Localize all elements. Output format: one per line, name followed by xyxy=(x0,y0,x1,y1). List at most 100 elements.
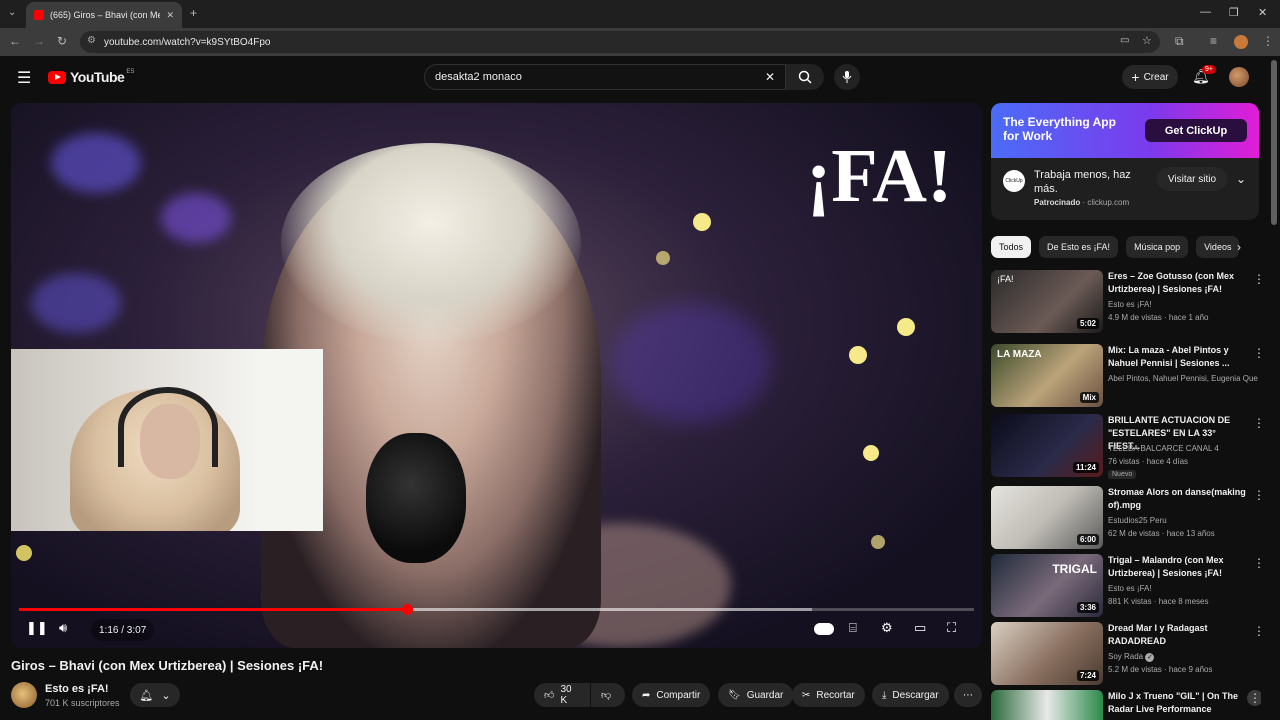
more-options-icon[interactable]: ⋮ xyxy=(1247,690,1261,706)
tab-close-icon[interactable]: ✕ xyxy=(166,10,174,21)
channel-name[interactable]: Esto es ¡FA! xyxy=(1108,584,1258,593)
guide-menu-icon[interactable]: ☰ xyxy=(17,68,31,88)
list-item[interactable]: 11:24 BRILLANTE ACTUACION DE "ESTELARES"… xyxy=(991,414,1265,479)
extensions-icon[interactable]: ⧉ xyxy=(1175,34,1184,49)
chip-todos[interactable]: Todos xyxy=(991,236,1032,258)
new-tab-icon[interactable]: + xyxy=(190,6,197,20)
list-item[interactable]: TRIGAL 3:36 Trigal – Malandro (con Mex U… xyxy=(991,554,1265,618)
tab-search-icon[interactable]: ⌄ xyxy=(8,7,16,18)
search-button[interactable] xyxy=(786,64,824,90)
list-item[interactable]: 7:24 Dread Mar I y Radagast RADADREAD So… xyxy=(991,622,1265,686)
fullscreen-icon[interactable]: ⛶ xyxy=(947,620,956,636)
video-duration: 11:24 xyxy=(1072,462,1099,473)
download-button[interactable]: ⤓ Descargar xyxy=(872,683,949,707)
video-thumbnail[interactable]: ¡FA! 5:02 xyxy=(991,270,1103,333)
video-title[interactable]: Mix: La maza - Abel Pintos y Nahuel Penn… xyxy=(1108,344,1248,370)
like-button[interactable]: 👍︎ 30 K xyxy=(534,683,590,707)
list-item[interactable]: Milo J x Trueno "GIL" | On The Radar Liv… xyxy=(991,690,1261,720)
pause-icon[interactable]: ❚❚ xyxy=(26,620,48,636)
search-input[interactable]: desakta2 monaco ✕ xyxy=(424,64,786,90)
chips-next-icon[interactable]: › xyxy=(1237,240,1241,254)
video-thumbnail[interactable]: 7:24 xyxy=(991,622,1103,685)
scissors-icon: ✂ xyxy=(802,689,811,701)
address-bar[interactable]: ⚙ youtube.com/watch?v=k9SYtBO4Fpo ▭ ☆ xyxy=(80,31,1160,53)
subscription-bell-button[interactable]: 🔔︎ ⌄ xyxy=(130,683,180,707)
bokeh-light xyxy=(31,273,121,333)
theater-mode-icon[interactable]: ▭ xyxy=(914,620,926,636)
video-thumbnail[interactable]: TRIGAL 3:36 xyxy=(991,554,1103,617)
channel-name[interactable]: Soy Rada ✓ xyxy=(1108,652,1258,662)
settings-gear-icon[interactable]: ⚙ xyxy=(881,620,893,636)
minimize-icon[interactable]: — xyxy=(1200,6,1211,18)
video-title[interactable]: Milo J x Trueno "GIL" | On The Radar Liv… xyxy=(1108,690,1248,716)
more-options-icon[interactable]: ⋮ xyxy=(1253,346,1265,360)
bookmark-star-icon[interactable]: ☆ xyxy=(1142,34,1152,47)
profile-avatar-icon[interactable] xyxy=(1234,35,1248,49)
list-item[interactable]: LA MAZA Mix Mix: La maza - Abel Pintos y… xyxy=(991,344,1265,408)
voice-search-button[interactable] xyxy=(834,64,860,90)
channel-name[interactable]: Estudios25 Peru xyxy=(1108,516,1258,525)
more-actions-button[interactable]: ⋯ xyxy=(954,683,982,707)
video-duration: 6:00 xyxy=(1076,534,1099,545)
youtube-logo[interactable]: YouTube ES xyxy=(48,69,134,85)
clip-button[interactable]: ✂ Recortar xyxy=(792,683,865,707)
channel-avatar[interactable] xyxy=(11,682,37,708)
back-icon[interactable]: ← xyxy=(9,34,21,48)
save-button[interactable]: 🔖︎ Guardar xyxy=(718,683,794,707)
video-thumbnail[interactable]: 11:24 xyxy=(991,414,1103,477)
visit-site-button[interactable]: Visitar sitio xyxy=(1157,167,1227,191)
subtitles-icon[interactable]: ⌸ xyxy=(849,620,857,636)
more-options-icon[interactable]: ⋮ xyxy=(1253,624,1265,638)
ad-cta[interactable]: Get ClickUp xyxy=(1145,119,1247,142)
player-controls: ❚❚ 🔊︎ 1:16 / 3:07 ⌸ ⚙ ▭ ⛶ xyxy=(11,615,982,645)
progress-bar[interactable] xyxy=(19,604,974,615)
autoplay-toggle[interactable] xyxy=(814,623,834,635)
browser-menu-icon[interactable]: ⋮ xyxy=(1262,34,1274,48)
page-scrollbar[interactable] xyxy=(1271,60,1277,225)
scrubber-handle[interactable] xyxy=(401,604,413,615)
cast-icon[interactable]: ▭ xyxy=(1120,35,1129,46)
channel-name[interactable]: TELEBA BALCARCE CANAL 4 xyxy=(1108,444,1258,453)
create-button[interactable]: + Crear xyxy=(1122,65,1178,89)
reload-icon[interactable]: ↻ xyxy=(57,34,67,48)
list-item[interactable]: 6:00 Stromae Alors on danse(making of).m… xyxy=(991,486,1265,550)
ad-banner[interactable]: The Everything App for Work Get ClickUp xyxy=(991,103,1259,158)
more-options-icon[interactable]: ⋮ xyxy=(1253,488,1265,502)
ad-expand-chevron-icon[interactable]: ⌄ xyxy=(1236,172,1246,186)
video-thumbnail[interactable]: LA MAZA Mix xyxy=(991,344,1103,407)
more-options-icon[interactable]: ⋮ xyxy=(1253,416,1265,430)
video-title[interactable]: Eres – Zoe Gotusso (con Mex Urtizberea) … xyxy=(1108,270,1248,296)
site-info-icon[interactable]: ⚙ xyxy=(87,35,96,46)
channel-name[interactable]: Esto es ¡FA! xyxy=(1108,300,1258,309)
chip-videos[interactable]: Videos xyxy=(1196,236,1240,258)
chip-de-esto-es-fa[interactable]: De Esto es ¡FA! xyxy=(1039,236,1119,258)
video-player[interactable]: ¡FA! ❚❚ 🔊︎ 1:16 / 3:07 ⌸ ⚙ ▭ ⛶ xyxy=(11,103,982,648)
video-meta: 5.2 M de vistas · hace 9 años xyxy=(1108,665,1213,674)
more-options-icon[interactable]: ⋮ xyxy=(1253,556,1265,570)
window-close-icon[interactable]: ✕ xyxy=(1258,6,1267,19)
video-meta: 62 M de vistas · hace 13 años xyxy=(1108,529,1215,538)
clear-search-icon[interactable]: ✕ xyxy=(765,70,775,84)
share-button[interactable]: ➦ Compartir xyxy=(632,683,711,707)
video-thumbnail[interactable]: 6:00 xyxy=(991,486,1103,549)
list-item[interactable]: ¡FA! 5:02 Eres – Zoe Gotusso (con Mex Ur… xyxy=(991,270,1265,334)
dislike-button[interactable]: 👎︎ xyxy=(591,683,625,707)
volume-icon[interactable]: 🔊︎ xyxy=(59,620,67,636)
forward-icon[interactable]: → xyxy=(33,34,45,48)
ad-headline: The Everything App for Work xyxy=(1003,115,1116,143)
media-control-icon[interactable]: ≡ xyxy=(1210,34,1217,48)
channel-name[interactable]: Esto es ¡FA! xyxy=(45,683,109,695)
account-avatar[interactable] xyxy=(1229,67,1249,87)
search-value: desakta2 monaco xyxy=(435,71,522,83)
video-title[interactable]: Stromae Alors on danse(making of).mpg xyxy=(1108,486,1248,512)
video-title[interactable]: Trigal – Malandro (con Mex Urtizberea) |… xyxy=(1108,554,1248,580)
browser-tab[interactable]: (665) Giros – Bhavi (con Me… ✕ xyxy=(26,2,182,28)
sponsored-ad[interactable]: The Everything App for Work Get ClickUp … xyxy=(991,103,1259,220)
played-bar xyxy=(19,608,407,611)
thumbnail-text: LA MAZA xyxy=(997,349,1042,360)
chip-musica-pop[interactable]: Música pop xyxy=(1126,236,1189,258)
video-thumbnail[interactable] xyxy=(991,690,1103,720)
restore-icon[interactable]: ❐ xyxy=(1229,6,1239,19)
video-title[interactable]: Dread Mar I y Radagast RADADREAD xyxy=(1108,622,1248,648)
more-options-icon[interactable]: ⋮ xyxy=(1253,272,1265,286)
